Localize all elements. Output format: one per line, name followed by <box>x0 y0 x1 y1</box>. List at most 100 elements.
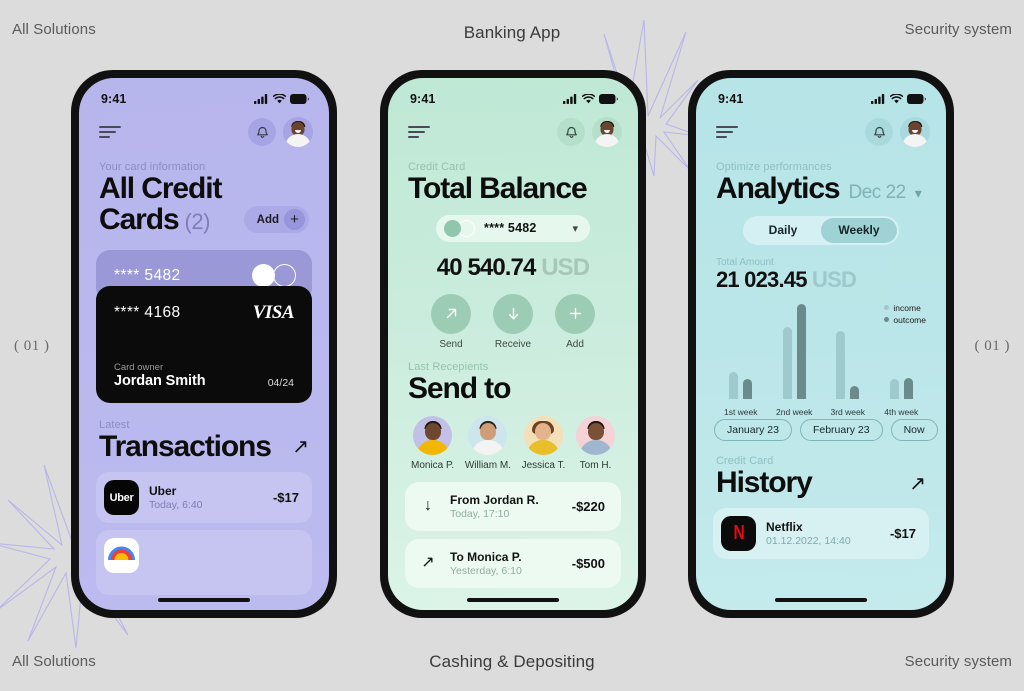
notifications-button[interactable] <box>248 118 276 146</box>
avatar[interactable] <box>592 117 622 147</box>
transaction-row[interactable]: ↓ From Jordan R. Today, 17:10 -$220 <box>405 481 621 531</box>
transactions-heading: Transactions <box>99 429 272 463</box>
card-expiry: 04/24 <box>267 376 294 389</box>
battery-icon <box>599 94 618 104</box>
battery-icon <box>907 94 926 104</box>
arrow-down-icon: ↓ <box>424 497 432 515</box>
add-card-button[interactable]: Add + <box>243 206 309 234</box>
add-label: Add <box>566 338 584 350</box>
label-top-right: Security system <box>904 21 1012 38</box>
bell-icon <box>873 126 885 138</box>
recipient-item[interactable]: Monica P. <box>411 415 455 471</box>
top-nav-1 <box>79 108 329 147</box>
label-top-left: All Solutions <box>12 21 96 38</box>
recipients-list: Monica P. William M. Jessica T. Tom H. <box>388 415 638 471</box>
total-amount-value: 21 023.45 <box>716 266 807 292</box>
transaction-amount: -$500 <box>571 555 605 571</box>
transaction-time: Today, 17:10 <box>450 507 510 520</box>
transaction-name: To Monica P. <box>450 549 522 564</box>
balance-currency: USD <box>541 253 590 281</box>
date-selector[interactable]: Dec 22 <box>849 182 907 204</box>
recipient-name: Tom H. <box>579 459 612 471</box>
tab-weekly[interactable]: Weekly <box>821 217 897 243</box>
transaction-row[interactable] <box>96 530 312 596</box>
arrow-up-right-icon <box>431 293 471 334</box>
chip-january[interactable]: January 23 <box>714 418 792 441</box>
add-button[interactable]: Add <box>555 293 595 350</box>
transaction-amount: -$17 <box>889 525 916 541</box>
status-time: 9:41 <box>101 92 127 106</box>
home-indicator <box>158 597 250 602</box>
transaction-row[interactable]: ↗ To Monica P. Yesterday, 6:10 -$500 <box>405 538 621 588</box>
balance-amount: 40 540.74 USD <box>388 254 638 282</box>
add-card-label: Add <box>256 213 279 226</box>
menu-icon[interactable] <box>408 126 430 138</box>
card-toggle[interactable] <box>444 219 475 237</box>
status-bar-1: 9:41 <box>79 78 329 108</box>
phone-analytics: 9:41 Optimize performances Analytics Dec… <box>688 70 954 618</box>
battery-icon <box>290 94 309 104</box>
uber-logo-icon: Uber <box>104 480 139 516</box>
bar-group <box>875 377 929 399</box>
notifications-button[interactable] <box>557 118 585 146</box>
send-button[interactable]: Send <box>431 293 471 350</box>
chip-now[interactable]: Now <box>890 418 938 441</box>
menu-icon[interactable] <box>99 126 121 138</box>
chip-february[interactable]: February 23 <box>799 418 883 441</box>
wifi-icon <box>582 94 595 104</box>
bar-income <box>889 378 899 399</box>
card-selector[interactable]: **** 5482 ▾ <box>436 214 590 242</box>
page-heading: Total Balance <box>408 172 588 205</box>
recipient-name: Jessica T. <box>521 459 566 471</box>
card-item-4168[interactable]: **** 4168 VISA Card owner Jordan Smith 0… <box>96 285 312 403</box>
bell-icon <box>256 126 268 138</box>
bar-group <box>768 303 822 399</box>
recipient-item[interactable]: Jessica T. <box>521 415 566 471</box>
recipient-avatar <box>413 415 453 455</box>
send-label: Send <box>439 338 463 350</box>
cellular-signal-icon <box>871 94 885 104</box>
arrow-down-icon <box>493 293 533 334</box>
total-amount: 21 023.45 USD <box>716 267 926 293</box>
chevron-down-icon[interactable]: ▾ <box>572 222 578 235</box>
transaction-time: 01.12.2022, 14:40 <box>766 534 851 547</box>
history-heading: History <box>716 465 813 499</box>
top-nav-3 <box>696 108 946 147</box>
arrow-up-right-icon[interactable]: ↗ <box>909 474 926 499</box>
bar-outcome <box>796 303 806 399</box>
card-number: **** 5482 <box>114 266 181 284</box>
selected-card-number: **** 5482 <box>484 221 537 236</box>
avatar[interactable] <box>283 117 313 147</box>
tab-daily[interactable]: Daily <box>745 218 821 243</box>
chevron-down-icon[interactable]: ▾ <box>915 185 922 202</box>
total-amount-currency: USD <box>812 266 857 292</box>
recipient-name: William M. <box>464 459 511 471</box>
recipient-item[interactable]: Tom H. <box>576 415 615 471</box>
card-toggle[interactable] <box>252 264 296 288</box>
menu-icon[interactable] <box>716 126 738 138</box>
bar-label: 2nd week <box>776 406 813 417</box>
transaction-row[interactable]: Uber Uber Today, 6:40 -$17 <box>96 472 312 524</box>
cellular-signal-icon <box>563 94 577 104</box>
label-bottom-right: Security system <box>904 653 1012 670</box>
notifications-button[interactable] <box>865 118 893 146</box>
transaction-name: From Jordan R. <box>450 492 539 507</box>
bar-group <box>714 371 768 399</box>
top-nav-2 <box>388 108 638 147</box>
bar-label: 4th week <box>884 406 919 417</box>
recipient-item[interactable]: William M. <box>464 415 511 471</box>
receive-label: Receive <box>494 338 532 350</box>
visa-logo: VISA <box>252 301 295 323</box>
arrow-up-right-icon[interactable]: ↗ <box>292 437 309 462</box>
status-time: 9:41 <box>718 92 744 106</box>
recipients-eyebrow: Last Recepients <box>408 360 489 373</box>
receive-button[interactable]: Receive <box>493 293 533 350</box>
avatar[interactable] <box>900 117 930 147</box>
bar-label: 1st week <box>723 406 758 417</box>
home-indicator <box>467 597 559 602</box>
transaction-row[interactable]: N Netflix 01.12.2022, 14:40 -$17 <box>713 507 929 559</box>
recipient-name: Monica P. <box>411 459 455 471</box>
transaction-amount: -$17 <box>272 490 299 506</box>
wifi-icon <box>890 94 903 104</box>
status-bar-3: 9:41 <box>696 78 946 108</box>
